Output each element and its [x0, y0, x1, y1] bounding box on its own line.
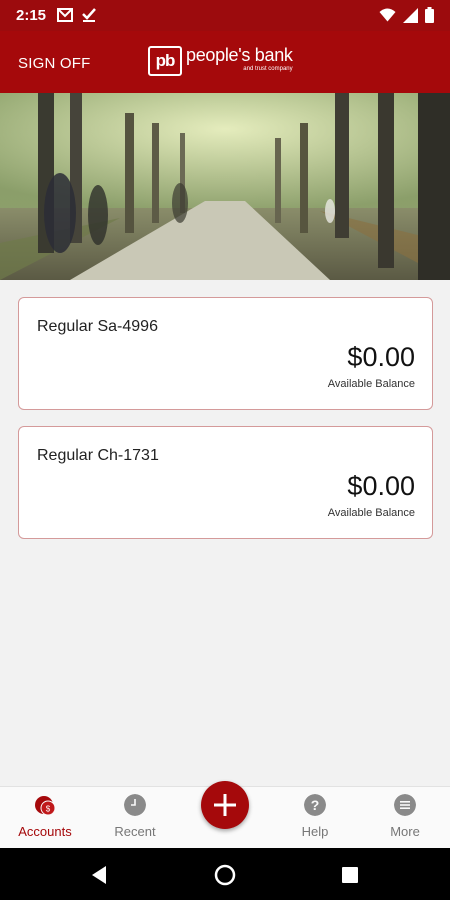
bank-logo: pb people's bank and trust company	[148, 46, 293, 76]
gmail-icon	[57, 8, 73, 22]
sign-off-button[interactable]: SIGN OFF	[18, 55, 90, 72]
account-card[interactable]: Regular Sa-4996 $0.00 Available Balance	[18, 297, 433, 410]
battery-icon	[425, 7, 434, 23]
hero-image	[0, 93, 450, 280]
balance-label: Available Balance	[327, 378, 415, 390]
accounts-icon: $	[35, 796, 56, 816]
status-bar: 2:15	[0, 0, 450, 31]
plus-icon	[214, 794, 236, 816]
help-icon: ?	[304, 794, 326, 816]
back-icon[interactable]	[88, 863, 112, 887]
nav-more[interactable]: More	[360, 787, 450, 849]
svg-text:?: ?	[311, 797, 320, 813]
recents-icon[interactable]	[338, 863, 362, 887]
clock-icon	[124, 794, 146, 816]
nav-label: Help	[301, 824, 329, 839]
nav-label: Accounts	[18, 824, 72, 839]
menu-icon	[394, 794, 416, 816]
svg-text:$: $	[46, 805, 51, 814]
wifi-icon	[379, 8, 396, 22]
park-path-photo	[0, 93, 450, 280]
signal-icon	[403, 7, 418, 23]
checkmark-icon	[82, 8, 96, 22]
home-icon[interactable]	[213, 863, 237, 887]
nav-help[interactable]: ? Help	[270, 787, 360, 849]
nav-label: Recent	[114, 824, 156, 839]
nav-label: More	[390, 824, 420, 839]
balance-label: Available Balance	[327, 507, 415, 519]
logo-subtitle: and trust company	[243, 66, 293, 72]
status-time: 2:15	[16, 7, 47, 24]
system-nav-bar	[0, 848, 450, 900]
nav-accounts[interactable]: $ Accounts	[0, 787, 90, 849]
logo-name: people's bank	[186, 45, 293, 65]
account-balance: $0.00	[347, 471, 415, 501]
account-card[interactable]: Regular Ch-1731 $0.00 Available Balance	[18, 426, 433, 539]
account-name: Regular Ch-1731	[37, 447, 159, 464]
app-header: SIGN OFF pb people's bank and trust comp…	[0, 31, 450, 93]
nav-recent[interactable]: Recent	[90, 787, 180, 849]
logo-mark: pb	[148, 46, 182, 76]
account-name: Regular Sa-4996	[37, 318, 158, 335]
account-balance: $0.00	[347, 342, 415, 372]
bottom-nav: $ Accounts Recent ? Help More	[0, 781, 450, 849]
add-button[interactable]	[201, 781, 249, 829]
